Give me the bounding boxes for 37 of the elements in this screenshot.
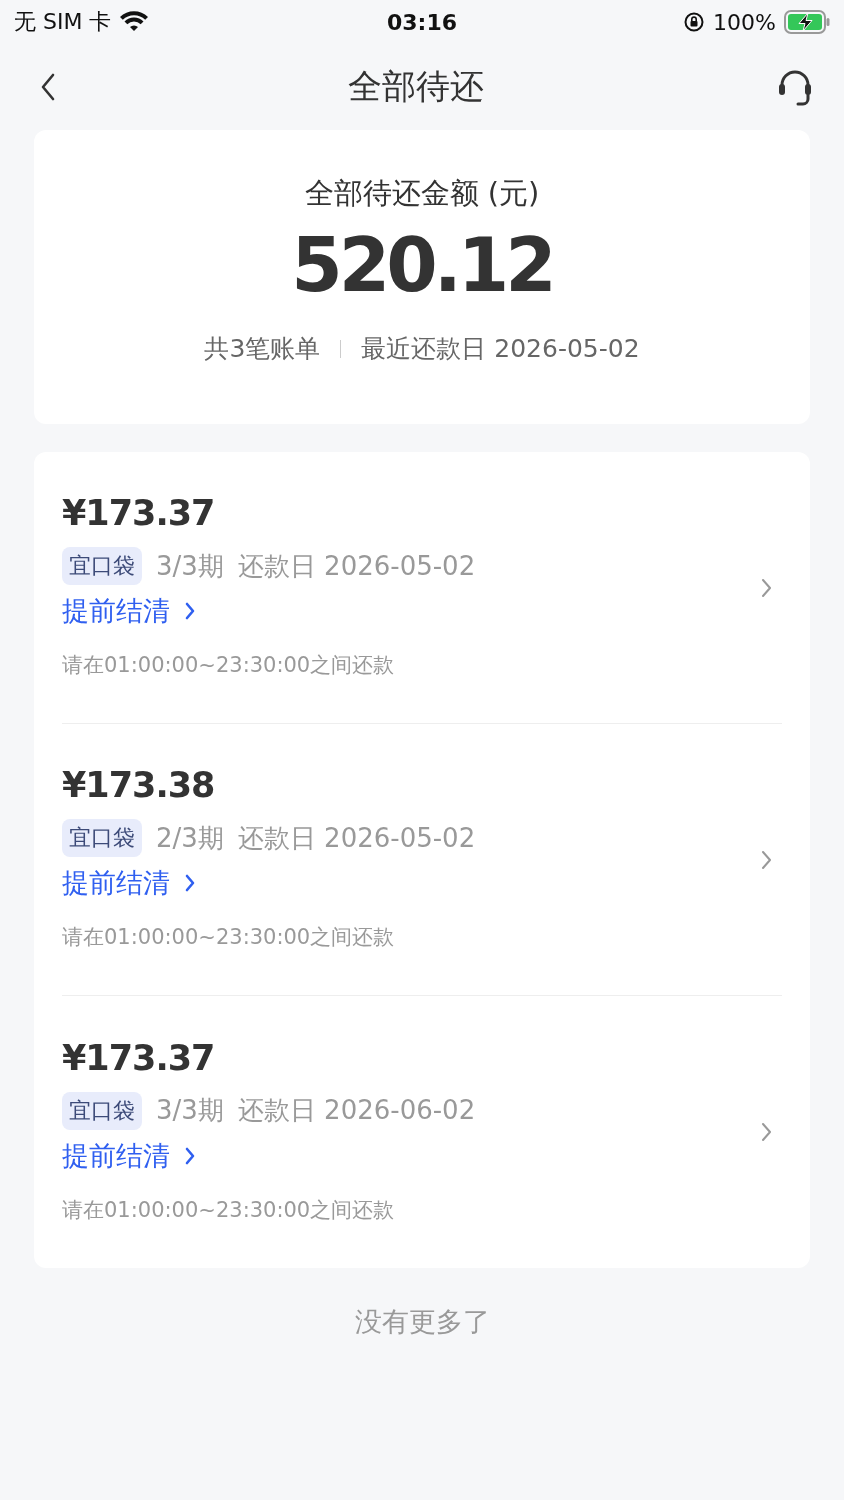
bill-amount: ¥173.38 — [62, 768, 216, 803]
total-amount: 520.12 — [291, 228, 553, 302]
bill-amount: ¥173.37 — [62, 496, 216, 531]
repay-time-note: 请在01:00:00~23:30:00之间还款 — [62, 1196, 396, 1224]
period-text: 3/3期 — [156, 1094, 224, 1127]
product-tag: 宜口袋 — [62, 1091, 142, 1130]
settle-early-link[interactable]: 提前结清 — [62, 1137, 760, 1174]
repay-time-note: 请在01:00:00~23:30:00之间还款 — [62, 924, 396, 951]
chevron-right-icon[interactable] — [760, 576, 772, 599]
chevron-right-icon — [184, 873, 196, 893]
due-date: 还款日 2026-05-02 — [237, 549, 476, 583]
due-date: 还款日 2026-06-02 — [237, 1094, 476, 1127]
chevron-right-icon[interactable] — [760, 848, 772, 871]
product-tag: 宜口袋 — [62, 547, 142, 585]
repay-time-note: 请在01:00:00~23:30:00之间还款 — [62, 652, 396, 679]
no-more-text: 没有更多了 — [354, 1305, 490, 1339]
chevron-right-icon — [184, 1145, 196, 1166]
wifi-icon — [119, 11, 150, 33]
bill-amount: ¥173.37 — [62, 1040, 216, 1076]
period-text: 3/3期 — [156, 549, 224, 583]
settle-early-link[interactable]: 提前结清 — [62, 865, 760, 901]
settle-early-link[interactable]: 提前结清 — [62, 593, 760, 629]
chevron-right-icon — [184, 601, 196, 621]
total-label: 全部待还金额 (元) — [304, 175, 540, 212]
carrier-text: 无 SIM 卡 — [14, 8, 112, 36]
page-title: 全部待还 — [348, 65, 484, 108]
period-text: 2/3期 — [156, 821, 224, 855]
rotation-lock-icon — [683, 11, 706, 33]
due-date: 还款日 2026-05-02 — [237, 821, 476, 855]
battery-percent: 100% — [713, 9, 776, 35]
next-due-date: 最近还款日 2026-05-02 — [361, 333, 640, 365]
product-tag: 宜口袋 — [62, 819, 142, 857]
bill-count: 共3笔账单 — [204, 333, 321, 365]
battery-icon — [784, 10, 830, 34]
back-icon[interactable] — [40, 73, 56, 101]
chevron-right-icon[interactable] — [760, 1121, 772, 1143]
clock-text: 03:16 — [387, 9, 457, 35]
